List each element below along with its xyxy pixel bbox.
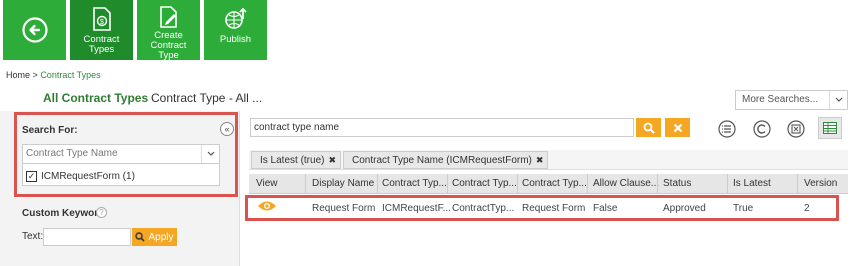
cell-is-latest: True <box>733 203 754 214</box>
column-header-contract-type-2[interactable]: Contract Typ... <box>452 178 517 189</box>
view-title[interactable]: All Contract Types <box>43 91 148 105</box>
search-icon <box>135 232 146 242</box>
breadcrumb-home[interactable]: Home <box>6 70 30 80</box>
facet-checkbox[interactable]: ✓ <box>26 171 37 182</box>
contract-types-label: Contract Types <box>83 34 120 55</box>
breadcrumb-current[interactable]: Contract Types <box>40 70 100 80</box>
list-view-button[interactable] <box>717 119 737 139</box>
help-icon[interactable]: ? <box>96 207 107 218</box>
column-header-is-latest[interactable]: Is Latest <box>733 178 771 189</box>
grid-view-button[interactable] <box>818 117 842 139</box>
list-icon <box>718 120 736 138</box>
contract-types-button[interactable]: $ Contract Types <box>70 0 133 60</box>
search-input[interactable]: contract type name <box>250 118 634 137</box>
back-arrow-icon <box>21 17 48 43</box>
breadcrumb-separator: > <box>32 70 38 80</box>
column-header-status[interactable]: Status <box>663 178 691 189</box>
custom-keyword-input[interactable] <box>43 228 131 246</box>
contract-type-name-placeholder: Contract Type Name <box>26 148 118 159</box>
clear-x-icon <box>673 123 682 132</box>
custom-keyword-label: Custom Keyword <box>22 208 105 219</box>
export-icon <box>787 120 805 138</box>
column-header-view[interactable]: View <box>256 178 278 189</box>
cell-display-name: Request Form <box>312 203 376 214</box>
create-contract-type-icon <box>156 6 182 28</box>
cell-contract-type-3: Request Form <box>522 203 586 214</box>
main-toolbar: $ Contract Types Create Contract Type Pu… <box>3 0 267 61</box>
filter-chip-is-latest[interactable]: Is Latest (true) ✖ <box>251 151 342 169</box>
remove-filter-icon[interactable]: ✖ <box>328 155 336 165</box>
publish-icon <box>223 6 249 32</box>
cell-allow-clause: False <box>593 203 618 214</box>
grid-icon <box>823 122 837 134</box>
cell-status: Approved <box>663 203 706 214</box>
facet-item[interactable]: ✓ ICMRequestForm (1) <box>22 164 220 186</box>
cell-contract-type-1: ICMRequestF... <box>382 203 451 214</box>
collapse-panel-icon[interactable]: « <box>220 122 234 136</box>
apply-label: Apply <box>148 231 174 243</box>
apply-button[interactable]: Apply <box>132 228 177 246</box>
publish-label: Publish <box>219 34 252 45</box>
create-contract-type-label: Create Contract Type <box>150 30 187 61</box>
publish-button[interactable]: Publish <box>204 0 267 60</box>
column-header-version[interactable]: Version <box>804 178 837 189</box>
chevron-down-icon <box>829 91 847 109</box>
create-contract-type-button[interactable]: Create Contract Type <box>137 0 200 61</box>
copyright-icon <box>753 120 771 138</box>
remove-filter-icon[interactable]: ✖ <box>536 155 544 165</box>
facet-label: ICMRequestForm (1) <box>41 171 135 182</box>
export-button[interactable] <box>786 119 806 139</box>
filter-chip-label: Contract Type Name (ICMRequestForm) <box>352 155 532 166</box>
cell-version: 2 <box>804 203 810 214</box>
contract-type-name-select[interactable]: Contract Type Name <box>22 144 220 164</box>
eye-icon[interactable] <box>257 200 277 212</box>
column-header-allow-clause[interactable]: Allow Clause... <box>593 178 659 189</box>
column-header-contract-type-3[interactable]: Contract Typ... <box>522 178 587 189</box>
view-subtitle[interactable]: Contract Type - All ... <box>151 91 262 105</box>
more-searches-label: More Searches... <box>742 94 819 105</box>
copyright-view-button[interactable] <box>752 119 772 139</box>
filter-chip-label: Is Latest (true) <box>260 155 325 166</box>
more-searches-select[interactable]: More Searches... <box>735 90 848 110</box>
search-input-value: contract type name <box>254 122 340 133</box>
search-icon <box>643 122 655 134</box>
column-header-display-name[interactable]: Display Name <box>312 178 374 189</box>
contract-types-icon: $ <box>89 6 115 32</box>
filter-chip-contract-type-name[interactable]: Contract Type Name (ICMRequestForm) ✖ <box>343 151 549 169</box>
search-button[interactable] <box>636 118 661 137</box>
clear-search-button[interactable] <box>665 118 690 137</box>
column-header-contract-type-1[interactable]: Contract Typ... <box>382 178 447 189</box>
back-button[interactable] <box>3 0 66 60</box>
cell-contract-type-2: ContractTyp... <box>452 203 515 214</box>
svg-text:$: $ <box>100 19 104 26</box>
chevron-down-icon <box>201 145 219 163</box>
text-label: Text: <box>22 231 44 242</box>
breadcrumb: Home > Contract Types <box>6 70 101 80</box>
search-for-label: Search For: <box>22 125 78 136</box>
